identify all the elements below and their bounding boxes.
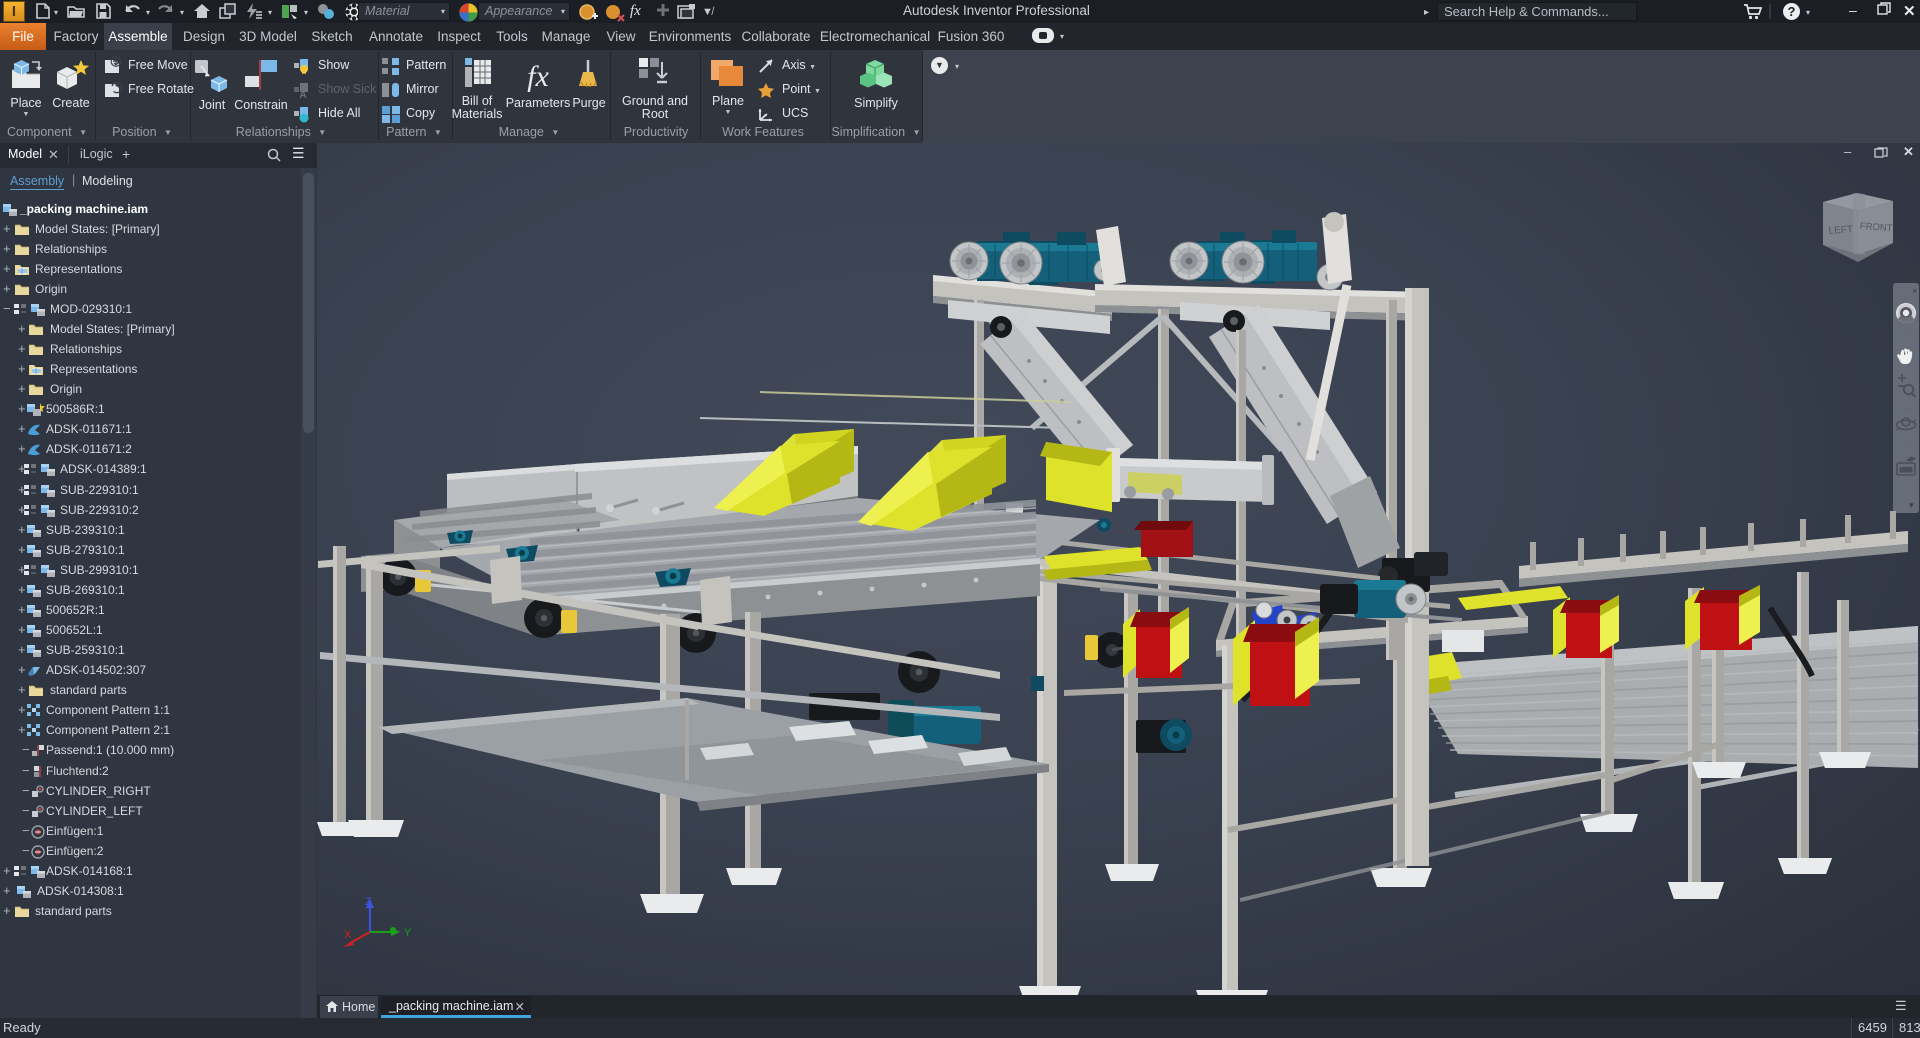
svg-text:▾: ▾ (1909, 500, 1914, 510)
svg-text:LEFT: LEFT (1828, 224, 1853, 237)
svg-text:A: A (299, 90, 306, 100)
svg-text:?: ? (1788, 4, 1796, 19)
svg-text:FRONT: FRONT (1859, 221, 1893, 234)
svg-text:X: X (344, 929, 352, 941)
svg-text:×: × (1912, 286, 1917, 296)
svg-text:Z: Z (365, 896, 372, 908)
svg-text:Y: Y (404, 927, 412, 939)
